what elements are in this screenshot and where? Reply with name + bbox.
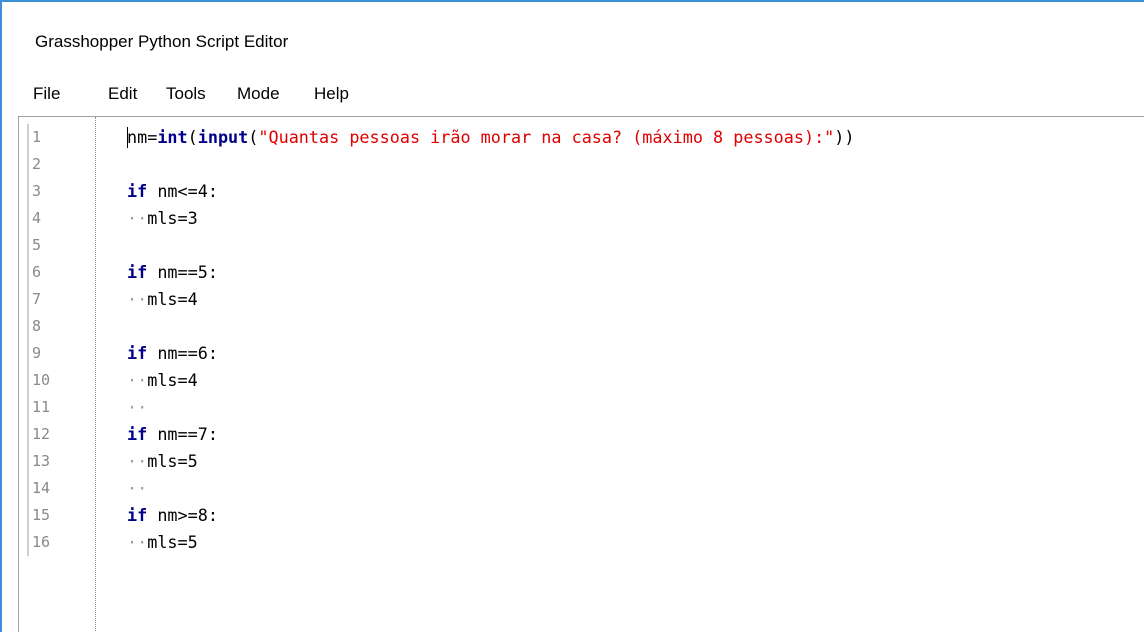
code-token-ws: ··	[127, 532, 148, 552]
line-number: 5	[32, 236, 42, 254]
line-number: 13	[32, 452, 51, 470]
line-number: 6	[32, 263, 42, 281]
gutter-marker	[27, 529, 29, 556]
line-number: 12	[32, 425, 51, 443]
gutter-marker	[27, 394, 29, 421]
code-line[interactable]: if nm==7:	[127, 421, 218, 448]
code-line[interactable]: nm=int(input("Quantas pessoas irão morar…	[127, 124, 855, 151]
code-line[interactable]: ··	[127, 394, 147, 421]
code-token-name: mls=5	[147, 532, 198, 552]
code-token-ws: ··	[127, 478, 148, 498]
gutter-marker	[27, 502, 29, 529]
menu-bar: File Edit Tools Mode Help	[2, 78, 1144, 114]
line-number: 3	[32, 182, 42, 200]
line-number: 2	[32, 155, 42, 173]
code-token-ws: ··	[127, 208, 148, 228]
code-token-name: nm	[127, 127, 148, 147]
menu-tools[interactable]: Tools	[166, 84, 206, 104]
gutter-marker	[27, 205, 29, 232]
line-number: 8	[32, 317, 42, 335]
line-number: 16	[32, 533, 51, 551]
code-line[interactable]: ··mls=4	[127, 367, 198, 394]
gutter-divider	[95, 117, 96, 632]
code-token-kw: if	[127, 181, 148, 201]
code-text-area[interactable]: nm=int(input("Quantas pessoas irão morar…	[127, 117, 1144, 632]
line-number-gutter: 1 2 3 4 5 6 7 8 9 10 11 12 13 14 15 16	[19, 117, 95, 632]
code-token-op: ))	[834, 127, 855, 147]
line-number: 7	[32, 290, 42, 308]
menu-help[interactable]: Help	[314, 84, 349, 104]
code-token-ws: ··	[127, 451, 148, 471]
line-number: 9	[32, 344, 42, 362]
code-token-ws: ··	[127, 370, 148, 390]
code-token-op: (	[248, 127, 259, 147]
code-token-op: =	[147, 127, 158, 147]
code-token-kw: if	[127, 424, 148, 444]
gutter-marker	[27, 124, 29, 151]
gutter-marker	[27, 151, 29, 178]
line-number: 4	[32, 209, 42, 227]
line-number: 15	[32, 506, 51, 524]
gutter-marker	[27, 259, 29, 286]
line-number: 10	[32, 371, 51, 389]
gutter-marker	[27, 448, 29, 475]
gutter-marker	[27, 475, 29, 502]
code-line[interactable]: ··	[127, 475, 147, 502]
code-token-name: nm<=4:	[147, 181, 218, 201]
menu-mode[interactable]: Mode	[237, 84, 280, 104]
code-line[interactable]: if nm>=8:	[127, 502, 218, 529]
line-number: 11	[32, 398, 51, 416]
title-bar[interactable]: Grasshopper Python Script Editor	[2, 2, 1144, 78]
code-line[interactable]: ··mls=5	[127, 448, 198, 475]
code-token-ws: ··	[127, 289, 148, 309]
gutter-marker	[27, 178, 29, 205]
gutter-marker	[27, 421, 29, 448]
code-token-name: nm==5:	[147, 262, 218, 282]
code-line[interactable]: ··mls=4	[127, 286, 198, 313]
code-token-builtin: input	[197, 127, 249, 147]
menu-file[interactable]: File	[33, 84, 60, 104]
code-token-kw: if	[127, 505, 148, 525]
gutter-marker	[27, 313, 29, 340]
gutter-marker	[27, 367, 29, 394]
gutter-marker	[27, 340, 29, 367]
line-number: 14	[32, 479, 51, 497]
code-token-name: mls=3	[147, 208, 198, 228]
code-token-str: "Quantas pessoas irão morar na casa? (má…	[258, 127, 835, 147]
menu-edit[interactable]: Edit	[108, 84, 137, 104]
code-token-name: mls=4	[147, 289, 198, 309]
text-caret	[127, 127, 128, 148]
code-line[interactable]: if nm==6:	[127, 340, 218, 367]
code-token-name: mls=5	[147, 451, 198, 471]
code-token-ws: ··	[127, 397, 148, 417]
gutter-marker	[27, 286, 29, 313]
code-token-name: mls=4	[147, 370, 198, 390]
gutter-marker	[27, 232, 29, 259]
code-line[interactable]: ··mls=5	[127, 529, 198, 556]
code-token-name: nm==6:	[147, 343, 218, 363]
code-line[interactable]: if nm==5:	[127, 259, 218, 286]
window-title: Grasshopper Python Script Editor	[35, 32, 289, 51]
code-token-kw: if	[127, 262, 148, 282]
code-token-op: (	[187, 127, 198, 147]
code-line[interactable]: if nm<=4:	[127, 178, 218, 205]
code-editor[interactable]: 1 2 3 4 5 6 7 8 9 10 11 12 13 14 15 16 nm=int(input("Qu…	[18, 116, 1144, 632]
code-token-name: nm>=8:	[147, 505, 218, 525]
line-number: 1	[32, 128, 42, 146]
code-token-kw: if	[127, 343, 148, 363]
script-editor-window: Grasshopper Python Script Editor File Ed…	[0, 0, 1144, 632]
code-token-name: nm==7:	[147, 424, 218, 444]
code-token-builtin: int	[157, 127, 188, 147]
code-line[interactable]: ··mls=3	[127, 205, 198, 232]
